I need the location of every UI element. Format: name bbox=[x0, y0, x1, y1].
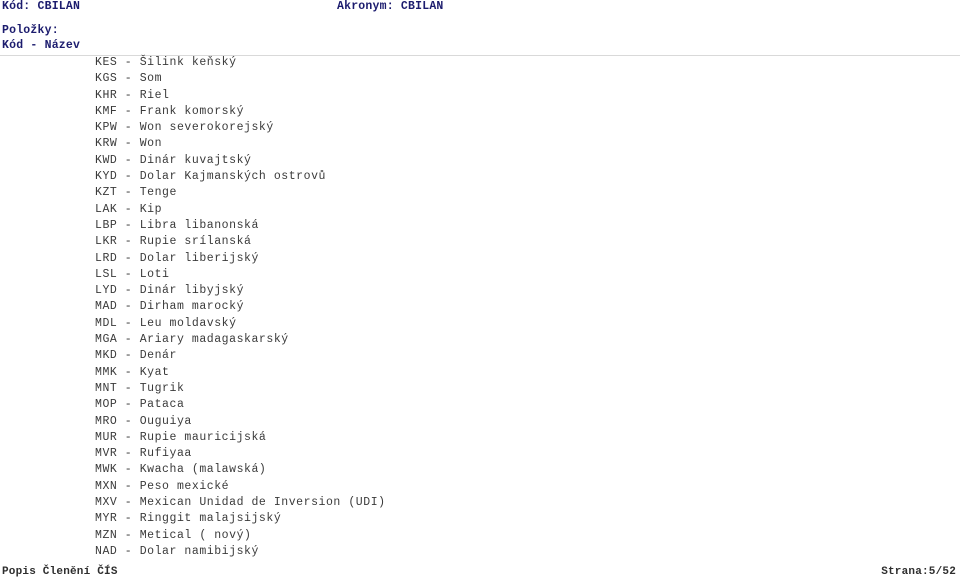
footer-page-number: Strana:5/52 bbox=[881, 566, 956, 578]
list-item: MRO - Ouguiya bbox=[95, 414, 192, 428]
list-item: MAD - Dirham marocký bbox=[95, 300, 245, 314]
list-item: KZT - Tenge bbox=[95, 186, 177, 200]
document-page: { "header": { "code_label": "Kód: CBILAN… bbox=[0, 0, 960, 588]
list-item: MUR - Rupie mauricijská bbox=[95, 430, 267, 444]
column-headers: Kód - Název bbox=[2, 39, 81, 52]
currency-code-list: KES - Šilink keňský KGS - Som KHR - Riel KM… bbox=[95, 55, 915, 560]
list-item: NAD - Dolar namibijský bbox=[95, 544, 259, 558]
list-item: MYR - Ringgit malajsijský bbox=[95, 512, 282, 526]
header-code-row: Kód: CBILAN Akronym: CBILAN bbox=[0, 0, 960, 14]
list-item: MOP - Pataca bbox=[95, 398, 185, 412]
list-item: MXV - Mexican Unidad de Inversion (UDI) bbox=[95, 496, 386, 510]
list-item: MNT - Tugrik bbox=[95, 381, 185, 395]
list-item: KHR - Riel bbox=[95, 88, 170, 102]
document-code: Kód: CBILAN bbox=[2, 0, 81, 13]
list-item: MVR - Rufiyaa bbox=[95, 447, 192, 461]
list-item: LAK - Kip bbox=[95, 202, 163, 216]
list-item: KMF - Frank komorský bbox=[95, 104, 245, 118]
list-item: MXN - Peso mexické bbox=[95, 479, 230, 493]
list-item: LRD - Dolar liberijský bbox=[95, 251, 259, 265]
list-item: LBP - Libra libanonská bbox=[95, 218, 259, 232]
list-item: KWD - Dinár kuvajtský bbox=[95, 153, 252, 167]
list-item: MKD - Denár bbox=[95, 349, 177, 363]
list-item: LKR - Rupie srílanská bbox=[95, 235, 252, 249]
list-item: KGS - Som bbox=[95, 72, 163, 86]
footer-title: Popis Členění ČÍS bbox=[2, 566, 118, 578]
list-item: KRW - Won bbox=[95, 137, 163, 151]
list-item: MDL - Leu moldavský bbox=[95, 316, 237, 330]
document-acronym: Akronym: CBILAN bbox=[337, 0, 444, 13]
list-item: MGA - Ariary madagaskarský bbox=[95, 333, 289, 347]
items-section-label: Položky: bbox=[2, 24, 59, 37]
list-item: MMK - Kyat bbox=[95, 365, 170, 379]
list-item: LYD - Dinár libyjský bbox=[95, 284, 245, 298]
list-item: KYD - Dolar Kajmanských ostrovů bbox=[95, 170, 326, 184]
list-item: KPW - Won severokorejský bbox=[95, 121, 274, 135]
list-item: MWK - Kwacha (malawská) bbox=[95, 463, 267, 477]
list-item: KES - Šilink keňský bbox=[95, 56, 237, 69]
list-item: MZN - Metical ( nový) bbox=[95, 528, 252, 542]
list-item: LSL - Loti bbox=[95, 267, 170, 281]
document-footer: Popis Členění ČÍS Strana:5/52 bbox=[0, 566, 960, 582]
document-header: Kód: CBILAN Akronym: CBILAN Položky: Kód… bbox=[0, 0, 960, 52]
